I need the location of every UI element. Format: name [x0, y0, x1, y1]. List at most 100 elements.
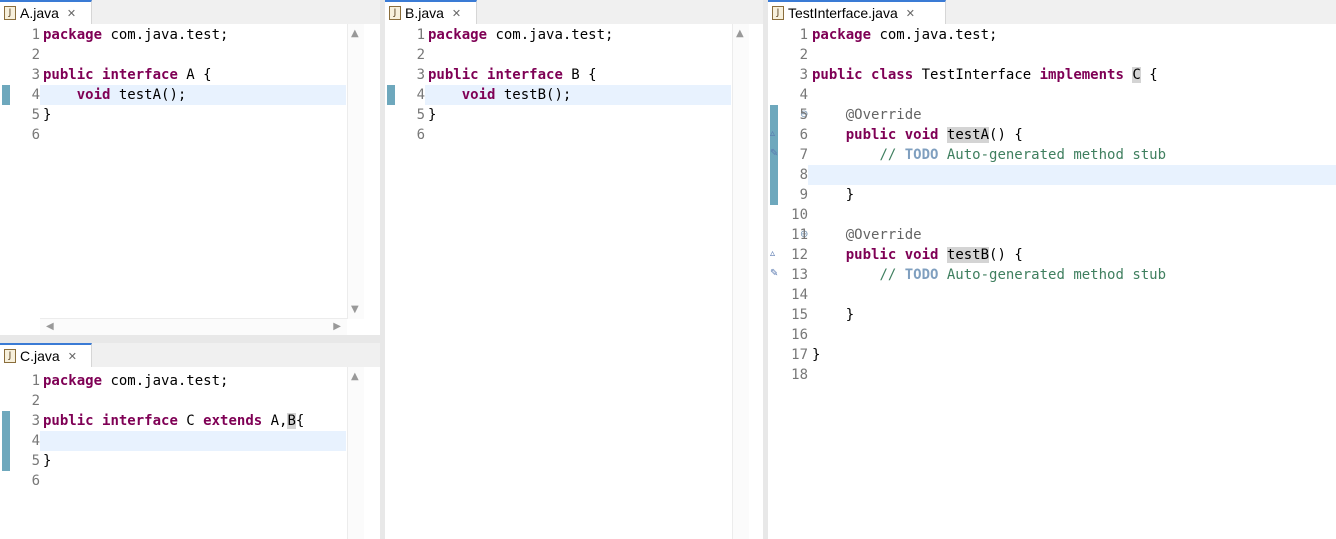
- code-token: com.java.test;: [487, 27, 614, 43]
- code-line: // TODO Auto-generated method stub: [812, 145, 1166, 165]
- line-number: 3: [799, 67, 808, 83]
- code-token: {: [1140, 67, 1158, 83]
- code-line: }: [43, 451, 51, 471]
- java-file-icon: J: [389, 6, 401, 20]
- code-token: A {: [177, 67, 212, 83]
- code-editor-c[interactable]: 1 package com.java.test; 2 3 public interfac…: [0, 367, 380, 539]
- line-number: 17: [791, 347, 808, 363]
- vertical-scrollbar[interactable]: ▲ ▼: [347, 24, 364, 319]
- code-area: 1 package com.java.test; 2 3 public class Te…: [768, 24, 1336, 539]
- line-number: 13: [791, 267, 808, 283]
- code-line: package com.java.test;: [43, 371, 228, 391]
- code-token: }: [43, 453, 52, 469]
- line-number: 1: [799, 27, 808, 43]
- code-token: A,: [262, 413, 288, 429]
- line-number: 9: [799, 187, 808, 203]
- line-number: 5: [799, 107, 808, 123]
- tab-label: A.java: [20, 5, 59, 21]
- code-token: Auto-generated method stub: [938, 267, 1167, 283]
- code-token: testB();: [495, 87, 572, 103]
- line-number: 2: [799, 47, 808, 63]
- code-token: com.java.test;: [871, 27, 998, 43]
- code-line: @Override: [812, 105, 922, 125]
- line-number: 16: [791, 327, 808, 343]
- code-line: public class TestInterface implements C …: [812, 65, 1158, 85]
- code-token: package: [43, 27, 103, 43]
- line-number: 1: [31, 373, 40, 389]
- code-token: testA();: [110, 87, 187, 103]
- scroll-up-icon[interactable]: ▲: [736, 28, 744, 39]
- editor-pane-b: J B.java ✕ 1 package com.java.test; 2 3 publ…: [385, 0, 763, 539]
- code-token: C: [1132, 67, 1141, 83]
- code-token: }: [43, 107, 52, 123]
- scroll-up-icon[interactable]: ▲: [351, 371, 359, 382]
- code-token: Auto-generated method stub: [938, 147, 1167, 163]
- code-token: public: [43, 413, 94, 429]
- scroll-left-icon[interactable]: ◀: [46, 321, 54, 332]
- code-line: }: [812, 185, 854, 205]
- tab-testinterface-java[interactable]: J TestInterface.java ✕: [768, 0, 946, 24]
- line-number: 6: [799, 127, 808, 143]
- code-token: }: [812, 347, 821, 363]
- scroll-right-icon[interactable]: ▶: [333, 321, 341, 332]
- scroll-up-icon[interactable]: ▲: [351, 28, 359, 39]
- close-icon[interactable]: ✕: [67, 7, 76, 20]
- code-token: public: [812, 67, 863, 83]
- code-token: void: [904, 127, 939, 143]
- line-number: 3: [31, 413, 40, 429]
- code-token: TODO: [904, 267, 939, 283]
- code-token: testA: [946, 127, 990, 143]
- line-number: 2: [31, 393, 40, 409]
- code-line: void testB();: [428, 85, 572, 105]
- close-icon[interactable]: ✕: [68, 350, 77, 363]
- code-token: public: [845, 247, 897, 263]
- code-token: {: [295, 413, 305, 429]
- tab-c-java[interactable]: J C.java ✕: [0, 343, 92, 367]
- vertical-scrollbar[interactable]: ▲: [347, 367, 364, 539]
- java-file-icon: J: [772, 6, 784, 20]
- close-icon[interactable]: ✕: [906, 7, 915, 20]
- code-token: () {: [989, 127, 1023, 143]
- scroll-down-icon[interactable]: ▼: [351, 304, 359, 315]
- code-line: public interface C extends A,B{: [43, 411, 304, 431]
- code-editor-b[interactable]: 1 package com.java.test; 2 3 public interfac…: [385, 24, 763, 539]
- code-token: package: [43, 373, 103, 389]
- code-area: 1 package com.java.test; 2 3 public interfac…: [385, 24, 763, 539]
- tab-b-java[interactable]: J B.java ✕: [385, 0, 477, 24]
- code-editor-a[interactable]: 1 package com.java.test; 2 3 public interfac…: [0, 24, 380, 335]
- code-token: }: [812, 307, 855, 323]
- line-number: 10: [791, 207, 808, 223]
- horizontal-scrollbar[interactable]: ◀ ▶: [40, 318, 347, 335]
- close-icon[interactable]: ✕: [452, 7, 461, 20]
- code-line: }: [812, 305, 854, 325]
- code-token: class: [871, 67, 914, 83]
- code-editor-testinterface[interactable]: ⊖ ⊖ ▵ ✎ ▵ ✎ 1 package com.java.test; 2 3 pub…: [768, 24, 1336, 539]
- code-token: void: [461, 87, 496, 103]
- editor-pane-testinterface: J TestInterface.java ✕ ⊖ ⊖ ▵ ✎ ▵ ✎ 1 pack…: [768, 0, 1336, 539]
- code-token: @Override: [845, 227, 922, 243]
- code-token: () {: [989, 247, 1023, 263]
- vertical-scrollbar[interactable]: ▲: [732, 24, 749, 539]
- code-token: implements: [1039, 67, 1124, 83]
- code-line: void testA();: [43, 85, 187, 105]
- tab-bar: J C.java ✕: [0, 343, 380, 368]
- code-token: }: [812, 187, 855, 203]
- tab-a-java[interactable]: J A.java ✕: [0, 0, 92, 24]
- code-line: public interface B {: [428, 65, 597, 85]
- tab-bar: J TestInterface.java ✕: [768, 0, 1336, 25]
- code-token: public: [428, 67, 479, 83]
- line-number: 11: [791, 227, 808, 243]
- code-token: package: [428, 27, 488, 43]
